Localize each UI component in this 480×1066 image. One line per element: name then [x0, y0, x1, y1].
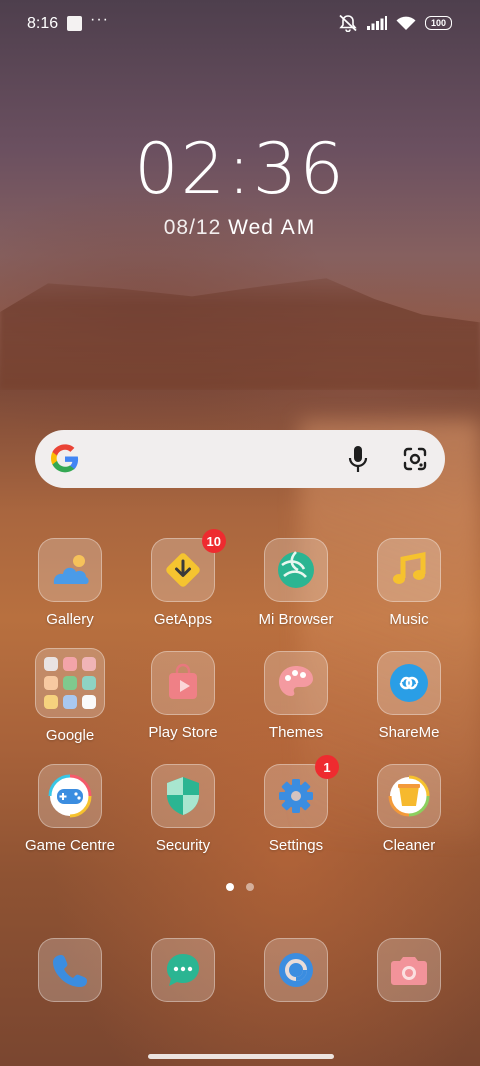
meridiem-text: AM	[280, 216, 317, 239]
clock-widget-date[interactable]: 08/12 Wed AM	[0, 216, 480, 240]
app-security[interactable]: Security	[128, 764, 238, 854]
notification-badge: 1	[315, 755, 339, 779]
app-getapps[interactable]: 10 GetApps	[128, 529, 238, 628]
dock-browser[interactable]	[241, 938, 351, 1002]
gallery-icon	[38, 538, 102, 602]
google-search-bar[interactable]	[35, 430, 445, 488]
app-mi-browser[interactable]: Mi Browser	[241, 538, 351, 628]
date-text: 08/12	[163, 216, 222, 239]
cleaner-icon	[377, 764, 441, 828]
battery-icon: 100	[425, 16, 452, 30]
app-game-centre[interactable]: Game Centre	[15, 764, 125, 854]
dock-camera[interactable]	[354, 938, 464, 1002]
settings-icon: 1	[264, 755, 339, 828]
app-label: Settings	[268, 837, 324, 854]
app-label: Game Centre	[24, 837, 116, 854]
app-label: Music	[389, 611, 429, 628]
app-label: Themes	[268, 724, 324, 741]
app-label: ShareMe	[378, 724, 440, 741]
game-centre-icon	[38, 764, 102, 828]
app-label: Play Store	[148, 724, 218, 741]
play-store-icon	[151, 651, 215, 715]
music-icon	[377, 538, 441, 602]
app-play-store[interactable]: Play Store	[128, 651, 238, 741]
app-folder-google[interactable]: Google	[15, 648, 125, 744]
phone-icon	[38, 938, 102, 1002]
messages-icon	[151, 938, 215, 1002]
clock-widget-time[interactable]: 02:36	[0, 128, 480, 210]
themes-icon	[264, 651, 328, 715]
app-label: Cleaner	[382, 837, 436, 854]
getapps-icon: 10	[151, 529, 226, 602]
camera-icon	[377, 938, 441, 1002]
security-icon	[151, 764, 215, 828]
google-logo-icon	[51, 444, 79, 473]
app-gallery[interactable]: Gallery	[15, 538, 125, 628]
shareme-icon	[377, 651, 441, 715]
app-label: GetApps	[153, 611, 213, 628]
browser-icon	[264, 938, 328, 1002]
app-label: Gallery	[46, 611, 94, 628]
wifi-icon	[396, 16, 416, 30]
more-notifications-icon: ···	[90, 11, 109, 28]
notification-square-icon	[67, 16, 82, 31]
page-indicator[interactable]	[0, 883, 480, 891]
google-lens-icon[interactable]	[403, 447, 427, 471]
app-cleaner[interactable]: Cleaner	[354, 764, 464, 854]
status-bar: 8:16 ··· 100	[0, 0, 480, 48]
app-label: Security	[155, 837, 211, 854]
home-indicator[interactable]	[148, 1054, 334, 1059]
app-settings[interactable]: 1 Settings	[241, 755, 351, 854]
page-dot[interactable]	[246, 883, 254, 891]
app-music[interactable]: Music	[354, 538, 464, 628]
app-shareme[interactable]: ShareMe	[354, 651, 464, 741]
page-dot-active[interactable]	[226, 883, 234, 891]
status-time: 8:16	[27, 15, 59, 32]
google-folder-icon	[35, 648, 105, 718]
app-themes[interactable]: Themes	[241, 651, 351, 741]
silent-icon	[339, 14, 357, 32]
day-text: Wed	[228, 216, 274, 239]
microphone-icon[interactable]	[347, 445, 369, 473]
mi-browser-icon	[264, 538, 328, 602]
app-label: Mi Browser	[258, 611, 334, 628]
wallpaper-dune	[0, 278, 480, 390]
app-label: Google	[45, 727, 95, 744]
signal-icon	[367, 16, 387, 30]
dock-phone[interactable]	[15, 938, 125, 1002]
notification-badge: 10	[201, 529, 226, 553]
dock-messages[interactable]	[128, 938, 238, 1002]
